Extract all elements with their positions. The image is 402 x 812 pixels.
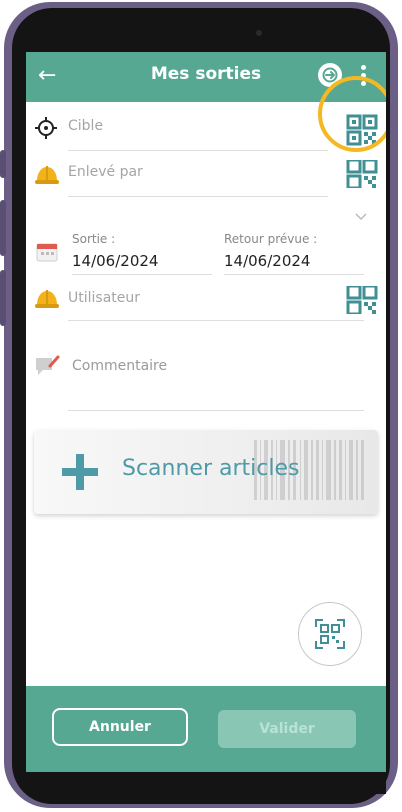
return-date-value[interactable]: 14/06/2024 xyxy=(224,252,310,270)
hard-hat-icon xyxy=(35,290,59,308)
calendar-icon xyxy=(36,243,58,262)
qr-scan-icon xyxy=(315,619,345,649)
app-screen: ← Mes sorties Cible Enlevé par Sortie: … xyxy=(26,52,386,772)
removed-by-input[interactable]: Enlevé par xyxy=(68,164,143,180)
comment-input[interactable]: Commentaire xyxy=(72,358,167,374)
bottom-action-bar: Annuler Valider xyxy=(26,686,386,772)
qr-code-icon[interactable] xyxy=(346,286,378,314)
field-underline xyxy=(72,274,212,275)
user-input[interactable]: Utilisateur xyxy=(68,290,140,306)
field-underline xyxy=(68,320,364,321)
comment-icon xyxy=(36,355,60,375)
removed-by-field[interactable]: Enlevé par xyxy=(26,160,386,200)
qr-code-icon[interactable] xyxy=(346,160,378,188)
exit-date-label: Sortie : xyxy=(72,232,116,246)
validate-button[interactable]: Valider xyxy=(218,710,356,748)
return-date-label: Retour prévue : xyxy=(224,232,318,246)
chevron-down-icon[interactable] xyxy=(354,212,368,222)
scanner-articles-button[interactable]: Scanner articles xyxy=(34,430,378,514)
phone-side-button xyxy=(0,150,6,178)
cancel-button[interactable]: Annuler xyxy=(52,708,188,746)
user-field[interactable]: Utilisateur xyxy=(26,288,386,328)
plus-icon xyxy=(62,454,98,490)
hard-hat-icon xyxy=(35,166,59,184)
field-underline xyxy=(224,274,364,275)
phone-volume-button xyxy=(0,200,6,256)
field-underline xyxy=(68,410,364,411)
target-input[interactable]: Cible xyxy=(68,118,103,134)
crosshair-icon xyxy=(35,117,57,139)
phone-bottom-bezel xyxy=(26,772,386,794)
comment-field[interactable]: Commentaire xyxy=(26,354,386,414)
highlight-ring xyxy=(318,76,386,152)
qr-scan-fab[interactable] xyxy=(298,602,362,666)
exit-date-value[interactable]: 14/06/2024 xyxy=(72,252,158,270)
scanner-articles-label: Scanner articles xyxy=(122,456,300,481)
phone-volume-button xyxy=(0,270,6,326)
camera-icon xyxy=(256,30,262,36)
field-underline xyxy=(68,196,328,197)
field-underline xyxy=(68,150,328,151)
